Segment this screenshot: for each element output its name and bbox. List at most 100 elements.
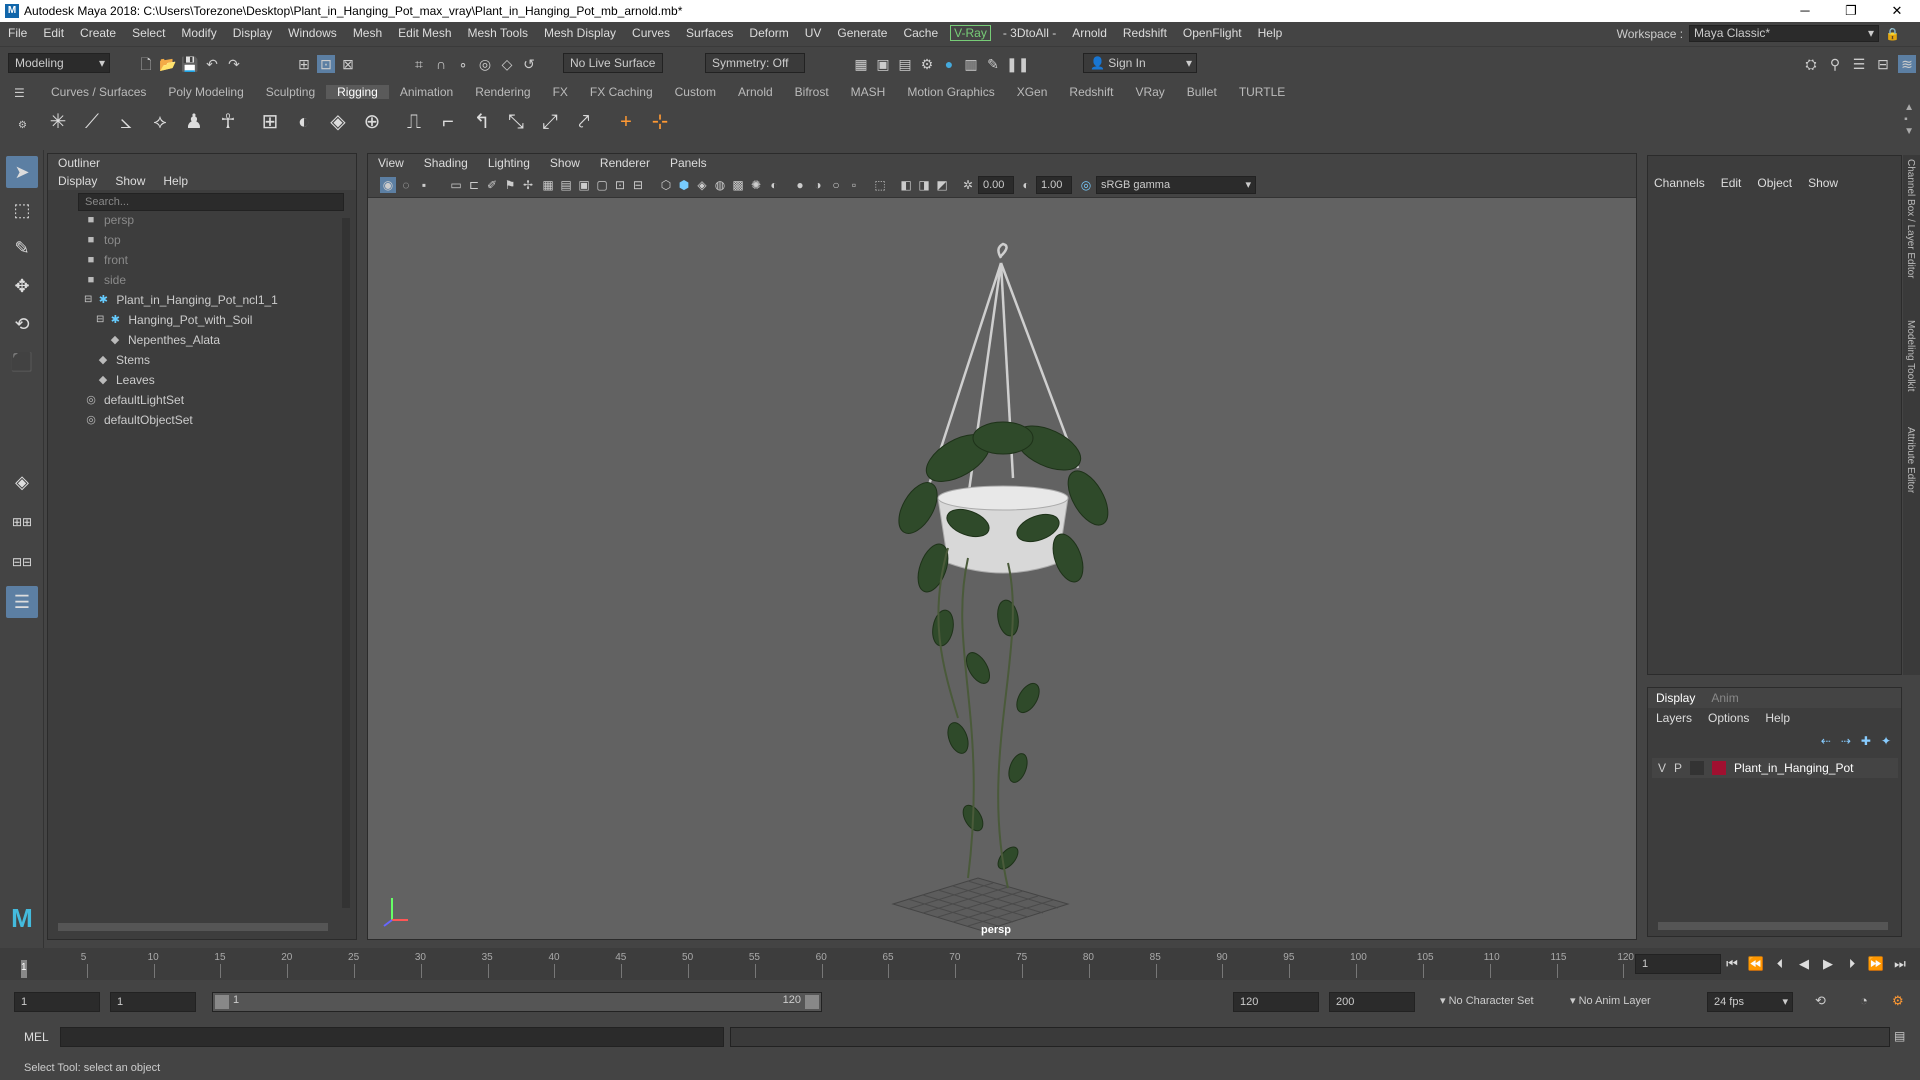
ambient-occlusion-icon[interactable]: ● [792, 177, 808, 193]
insert-joint-icon[interactable]: ⟡ [146, 108, 174, 136]
new-scene-icon[interactable]: 🗋 [137, 55, 155, 73]
lasso-tool-icon[interactable]: ⬚ [6, 194, 38, 226]
menu-mesh-display[interactable]: Mesh Display [536, 26, 624, 40]
outliner-item[interactable]: ■ side [84, 270, 126, 290]
cb-menu-channels[interactable]: Channels [1654, 176, 1705, 190]
outliner-menu-display[interactable]: Display [58, 172, 97, 190]
menu-edit[interactable]: Edit [35, 26, 72, 40]
menu-mesh-tools[interactable]: Mesh Tools [460, 26, 536, 40]
snap-curve-icon[interactable]: ∩ [432, 55, 450, 73]
layer-menu-help[interactable]: Help [1765, 711, 1790, 728]
move-layer-down-icon[interactable]: ⇢ [1841, 734, 1851, 748]
undo-icon[interactable]: ↶ [203, 55, 221, 73]
ipr-render-icon[interactable]: ▤ [896, 55, 914, 73]
layer-hscrollbar[interactable] [1658, 922, 1888, 930]
vp-menu-lighting[interactable]: Lighting [478, 156, 540, 170]
render-setup-icon[interactable]: ▥ [962, 55, 980, 73]
bookmarks-icon[interactable]: ▪ [416, 177, 432, 193]
menu-create[interactable]: Create [72, 26, 124, 40]
side-tab-channel-box[interactable]: Channel Box / Layer Editor [1905, 159, 1916, 279]
outliner-item[interactable]: ◎ defaultObjectSet [84, 410, 193, 430]
play-forward-icon[interactable]: ▶ [1818, 956, 1838, 972]
backface-icon[interactable]: ◩ [934, 177, 950, 193]
snap-surface-icon[interactable]: ◇ [498, 55, 516, 73]
outliner-search-input[interactable]: Search... [78, 193, 344, 211]
symmetry-dropdown[interactable]: Symmetry: Off [705, 53, 805, 73]
gamma-field[interactable]: 1.00 [1036, 176, 1072, 194]
live-surface-field[interactable]: No Live Surface [563, 53, 663, 73]
pan-icon[interactable]: ✢ [520, 177, 536, 193]
shelf-tab-xgen[interactable]: XGen [1006, 85, 1059, 99]
step-forward-frame-icon[interactable]: ⏵ [1842, 956, 1862, 972]
outliner-item[interactable]: ◆ Leaves [96, 370, 155, 390]
shelf-tab-fx-caching[interactable]: FX Caching [579, 85, 664, 99]
tool-settings-icon[interactable]: ⊟ [1874, 55, 1892, 73]
shelf-tab-motion-graphics[interactable]: Motion Graphics [896, 85, 1005, 99]
layer-visibility-toggle[interactable]: V [1658, 761, 1666, 775]
script-editor-icon[interactable]: ▤ [1894, 1029, 1905, 1043]
menu-3dtoall[interactable]: - 3DtoAll - [995, 26, 1064, 40]
menu-uv[interactable]: UV [797, 26, 830, 40]
menu-set-dropdown[interactable]: Modeling ▾ [8, 53, 110, 73]
point-constraint-icon[interactable]: ⌐ [434, 108, 462, 136]
workspace-dropdown[interactable]: Maya Classic* ▾ [1689, 25, 1880, 42]
auto-key-icon[interactable]: ◔ [1860, 993, 1868, 1008]
grid-toggle-icon[interactable]: ▦ [540, 177, 556, 193]
character-set-dropdown[interactable]: ▾ No Character Set [1440, 994, 1534, 1007]
select-component-icon[interactable]: ⊠ [339, 55, 357, 73]
playback-start-field[interactable]: 1 [110, 992, 196, 1012]
expand-toggle-icon[interactable]: ⊟ [84, 290, 92, 310]
render-settings-icon[interactable]: ⚙ [918, 55, 936, 73]
two-view-icon[interactable]: ⊟⊟ [6, 546, 38, 578]
quick-rig-icon[interactable]: ♟ [180, 108, 208, 136]
film-gate-icon[interactable]: ▤ [558, 177, 574, 193]
layer-tab-display[interactable]: Display [1656, 691, 1695, 708]
shelf-tab-sculpting[interactable]: Sculpting [255, 85, 326, 99]
menu-vray[interactable]: V-Ray [950, 25, 991, 41]
layer-color-swatch[interactable] [1712, 761, 1727, 775]
current-frame-field[interactable]: 1 [1635, 954, 1721, 974]
lock-icon[interactable]: 🔒 [1885, 27, 1900, 41]
anim-layer-dropdown[interactable]: ▾ No Anim Layer [1570, 994, 1651, 1007]
resolution-gate-icon[interactable]: ▣ [576, 177, 592, 193]
close-button[interactable]: ✕ [1874, 0, 1920, 22]
attribute-editor-icon[interactable]: ☰ [1850, 55, 1868, 73]
parent-constraint-icon[interactable]: ⎍ [400, 108, 428, 136]
ik-spline-icon[interactable]: ⦣ [112, 108, 140, 136]
menu-surfaces[interactable]: Surfaces [678, 26, 741, 40]
aim-constraint-icon[interactable]: ⤢ [536, 108, 564, 136]
snap-orient-icon[interactable]: ↺ [520, 55, 538, 73]
vp-menu-renderer[interactable]: Renderer [590, 156, 660, 170]
menu-select[interactable]: Select [124, 26, 173, 40]
cb-menu-object[interactable]: Object [1757, 176, 1792, 190]
camera-attributes-icon[interactable]: ◌ [398, 177, 414, 193]
open-scene-icon[interactable]: 📂 [159, 55, 177, 73]
scale-constraint-icon[interactable]: ⤡ [502, 108, 530, 136]
snap-grid-icon[interactable]: ⌗ [410, 55, 428, 73]
cb-menu-edit[interactable]: Edit [1721, 176, 1742, 190]
expand-toggle-icon[interactable]: ⊟ [96, 310, 104, 330]
orient-constraint-icon[interactable]: ↰ [468, 108, 496, 136]
shelf-tab-curves-surfaces[interactable]: Curves / Surfaces [40, 85, 157, 99]
shadows-icon[interactable]: ◐ [766, 177, 782, 193]
shelf-tab-rendering[interactable]: Rendering [464, 85, 541, 99]
outliner-item[interactable]: ◎ defaultLightSet [84, 390, 184, 410]
depth-of-field-icon[interactable]: ▫ [846, 177, 862, 193]
textured-icon[interactable]: ▩ [730, 177, 746, 193]
outliner-item[interactable]: ⊟ ✱ Hanging_Pot_with_Soil [96, 310, 252, 330]
step-back-key-icon[interactable]: ⏪ [1746, 956, 1766, 972]
character-controls-icon[interactable]: ⚲ [1826, 55, 1844, 73]
menu-arnold[interactable]: Arnold [1064, 26, 1115, 40]
outliner-menu-help[interactable]: Help [163, 172, 188, 190]
joint-tool-icon[interactable]: ✳ [44, 108, 72, 136]
go-to-start-icon[interactable]: ⏮ [1722, 956, 1742, 972]
menu-openflight[interactable]: OpenFlight [1175, 26, 1250, 40]
modeling-toolkit-icon[interactable]: ⛭ [1802, 55, 1820, 73]
hypershade-icon[interactable]: ● [940, 55, 958, 73]
shelf-scroll-icon[interactable]: ▲ ▪ ▼ [1904, 102, 1914, 138]
range-start-handle[interactable] [215, 995, 229, 1009]
gate-mask-icon[interactable]: ▢ [594, 177, 610, 193]
menu-mesh[interactable]: Mesh [345, 26, 390, 40]
bind-skin-icon[interactable]: ⊞ [256, 108, 284, 136]
isolate-select-icon[interactable]: ⬚ [872, 177, 888, 193]
